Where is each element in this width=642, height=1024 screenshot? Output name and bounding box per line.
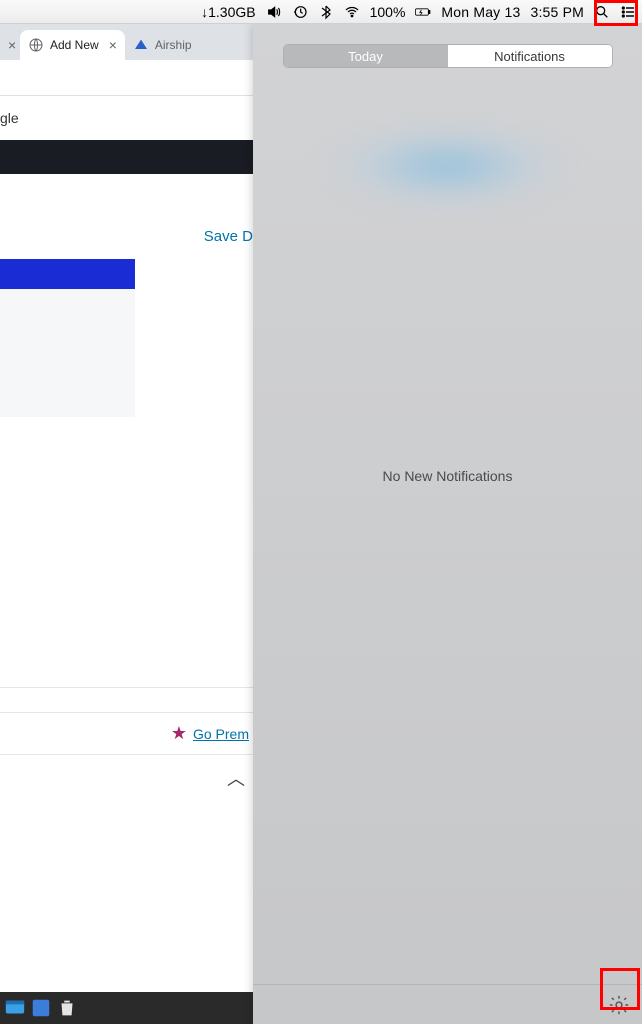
- dock-app-icon[interactable]: [30, 997, 52, 1019]
- tab-notifications[interactable]: Notifications: [448, 45, 612, 67]
- nc-footer: [253, 984, 642, 1024]
- wifi-icon[interactable]: [344, 4, 360, 20]
- save-draft-link[interactable]: Save D: [204, 228, 253, 245]
- blue-header-block: [0, 259, 135, 289]
- chevron-up-icon[interactable]: ︿: [227, 769, 245, 789]
- nc-tab-switcher: Today Notifications: [283, 44, 613, 68]
- tab-label: Add New: [50, 38, 99, 52]
- dock: [0, 992, 253, 1024]
- tab-strip: × Add New × Airship: [0, 24, 253, 60]
- close-icon[interactable]: ×: [109, 37, 117, 53]
- close-icon[interactable]: ×: [8, 37, 16, 53]
- star-icon: ★: [171, 723, 187, 744]
- menubar: ↓1.30GB 100% Mon May 13 3:55 PM: [0, 0, 642, 24]
- notification-center-panel: Today Notifications No New Notifications: [253, 24, 642, 1024]
- tab-airship[interactable]: Airship: [125, 30, 200, 60]
- nc-background-blur: [253, 118, 642, 238]
- trash-icon[interactable]: [56, 997, 78, 1019]
- main-area: × Add New × Airship gle Save D: [0, 24, 642, 1024]
- browser-window: × Add New × Airship gle Save D: [0, 24, 253, 1024]
- tab-add-new[interactable]: Add New ×: [20, 30, 125, 60]
- download-indicator[interactable]: ↓1.30GB: [201, 4, 255, 20]
- gray-panel: [0, 289, 135, 417]
- spotlight-icon[interactable]: [594, 4, 610, 20]
- tab-label: Airship: [155, 38, 192, 52]
- page-body: gle Save D ★ Go Prem ︿: [0, 96, 253, 1024]
- gear-icon[interactable]: [608, 994, 630, 1016]
- menubar-time[interactable]: 3:55 PM: [530, 4, 584, 20]
- battery-icon[interactable]: [415, 4, 431, 20]
- notification-center-icon[interactable]: [620, 4, 636, 20]
- dock-app-icon[interactable]: [4, 997, 26, 1019]
- tab-prev-close[interactable]: ×: [0, 30, 20, 60]
- bluetooth-icon[interactable]: [318, 4, 334, 20]
- tab-today[interactable]: Today: [284, 45, 448, 67]
- globe-icon: [28, 37, 44, 53]
- truncated-text: gle: [0, 96, 253, 140]
- go-premium-link[interactable]: Go Prem: [193, 726, 249, 742]
- dark-header-bar: [0, 140, 253, 174]
- battery-percentage[interactable]: 100%: [370, 4, 406, 20]
- menubar-date[interactable]: Mon May 13: [441, 4, 520, 20]
- airship-favicon-icon: [133, 37, 149, 53]
- time-machine-icon[interactable]: [292, 4, 308, 20]
- address-bar-area[interactable]: [0, 60, 253, 96]
- no-notifications-label: No New Notifications: [253, 468, 642, 484]
- volume-icon[interactable]: [266, 4, 282, 20]
